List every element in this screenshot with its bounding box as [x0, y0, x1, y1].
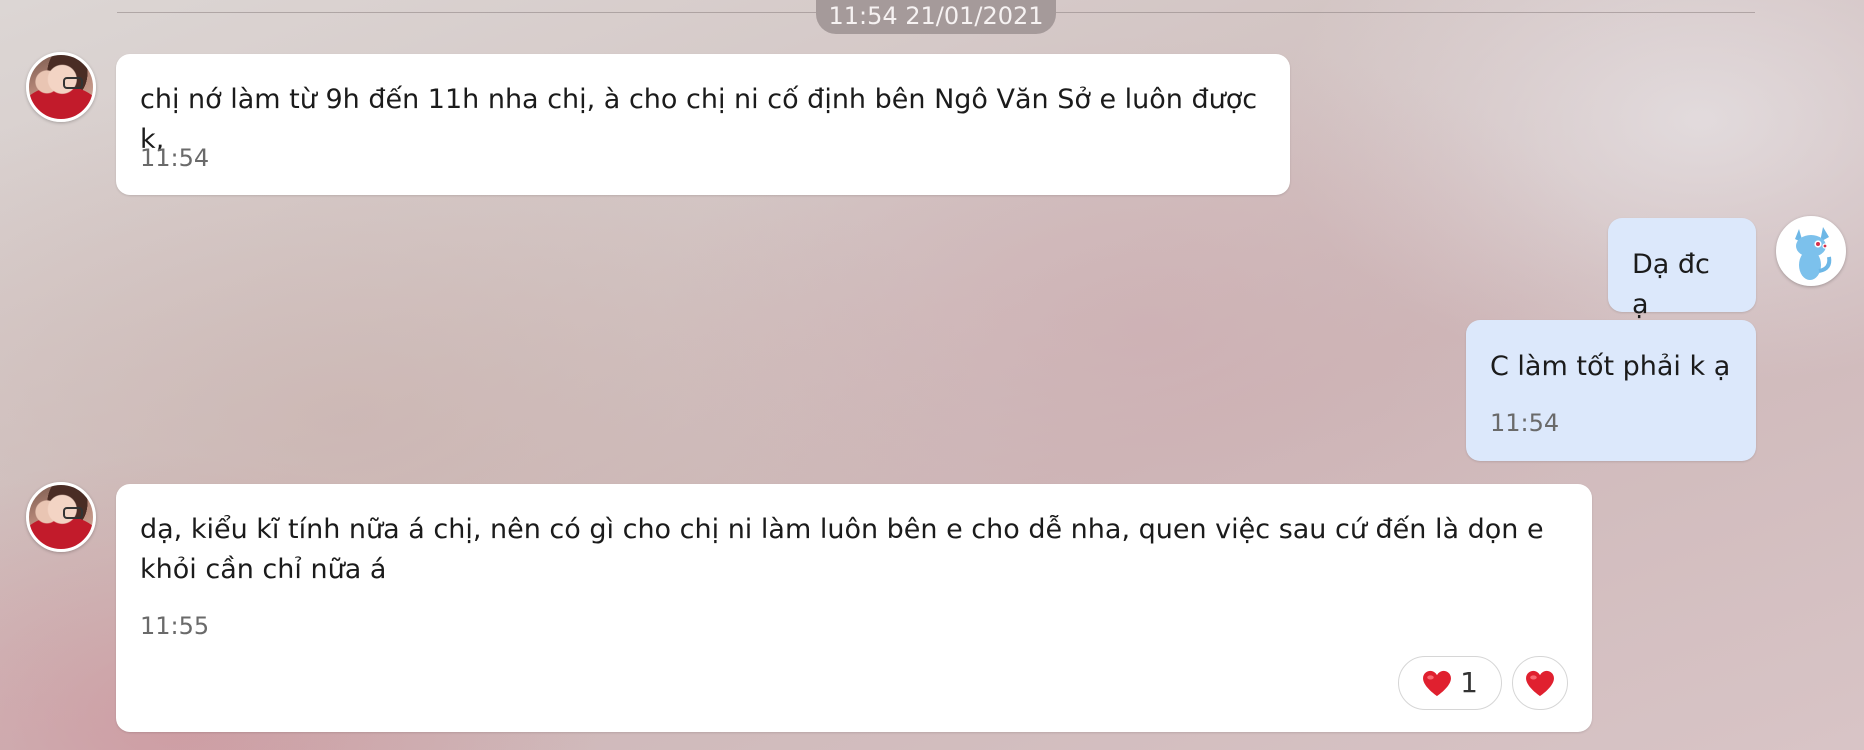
message-bubble-outgoing[interactable]: C làm tốt phải k ạ 11:54	[1466, 320, 1756, 461]
message-text: chị nớ làm từ 9h đến 11h nha chị, à cho …	[140, 84, 1258, 155]
message-text: dạ, kiểu kĩ tính nữa á chị, nên có gì ch…	[140, 514, 1544, 585]
reaction-summary[interactable]: 1	[1398, 656, 1502, 710]
heart-icon	[1525, 670, 1555, 697]
date-separator: 11:54 21/01/2021	[816, 0, 1056, 34]
contact-avatar[interactable]	[26, 52, 96, 122]
message-text: C làm tốt phải k ạ	[1490, 351, 1731, 382]
avatar-glasses	[63, 507, 83, 519]
contact-avatar[interactable]	[26, 482, 96, 552]
message-bubble-outgoing[interactable]: Dạ đc ạ	[1608, 218, 1756, 320]
blue-cat-icon	[1795, 227, 1832, 280]
avatar-glasses	[63, 77, 83, 89]
quick-react-button[interactable]	[1512, 656, 1568, 710]
message-bubble-incoming[interactable]: chị nớ làm từ 9h đến 11h nha chị, à cho …	[116, 54, 1290, 195]
message-time: 11:55	[140, 612, 210, 640]
message-time: 11:54	[1490, 409, 1560, 437]
message-time: 11:54	[140, 144, 210, 172]
heart-icon	[1422, 670, 1452, 697]
reaction-count: 1	[1460, 666, 1478, 699]
message-text: Dạ đc ạ	[1632, 249, 1710, 320]
my-avatar[interactable]	[1776, 216, 1846, 286]
message-bubble-incoming[interactable]: dạ, kiểu kĩ tính nữa á chị, nên có gì ch…	[116, 484, 1592, 732]
